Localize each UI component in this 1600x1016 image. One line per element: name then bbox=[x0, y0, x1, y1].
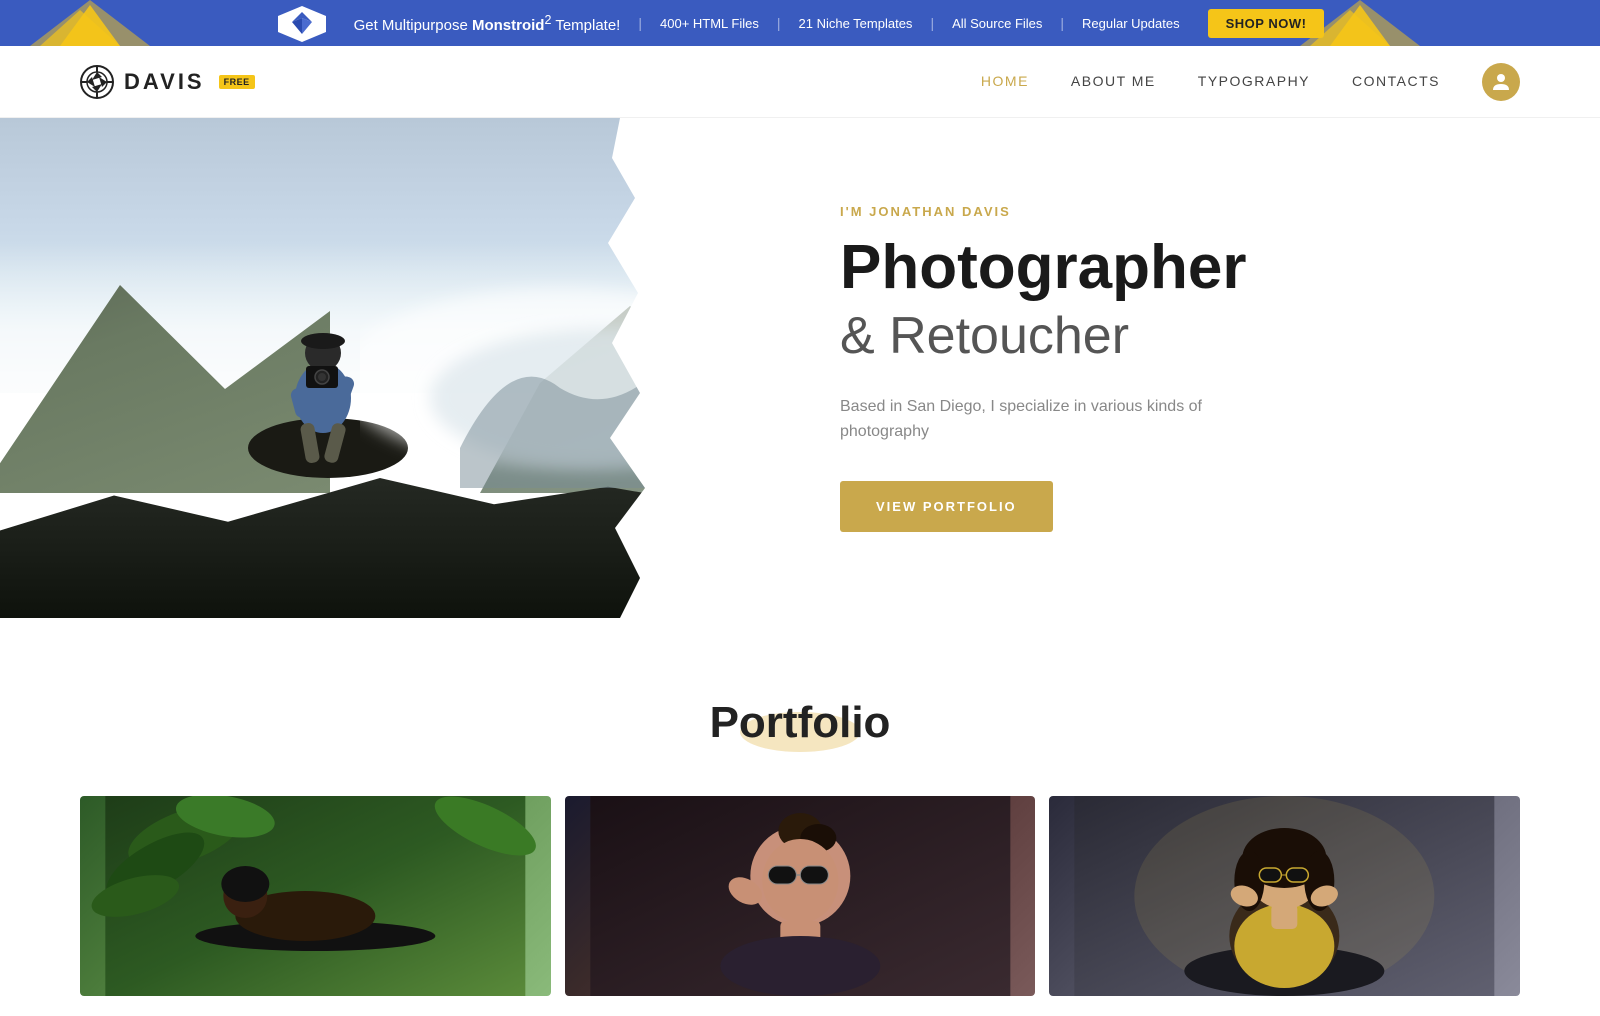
banner-sep-3: | bbox=[930, 15, 934, 31]
nav-link-contacts[interactable]: CONTACTS bbox=[1352, 73, 1440, 89]
nav-link-typography[interactable]: TYPOGRAPHY bbox=[1198, 73, 1310, 89]
portfolio-card-2[interactable] bbox=[565, 796, 1036, 996]
hero-description: Based in San Diego, I specialize in vari… bbox=[840, 394, 1220, 445]
portfolio-section: Portfolio bbox=[0, 618, 1600, 1016]
nav-link-about[interactable]: ABOUT ME bbox=[1071, 73, 1156, 89]
banner-deco-left bbox=[30, 0, 150, 46]
banner-sep-2: | bbox=[777, 15, 781, 31]
top-banner: Get Multipurpose Monstroid2 Template! | … bbox=[0, 0, 1600, 46]
nav-item-contacts[interactable]: CONTACTS bbox=[1352, 73, 1440, 91]
banner-promo-text: Get Multipurpose Monstroid2 Template! bbox=[354, 13, 621, 34]
view-portfolio-button[interactable]: VIEW PORTFOLIO bbox=[840, 481, 1053, 532]
shop-now-button[interactable]: SHOP NOW! bbox=[1208, 9, 1325, 38]
monstroid-logo-icon bbox=[276, 4, 328, 42]
portfolio-grid bbox=[80, 796, 1520, 996]
portfolio-title-wrap: Portfolio bbox=[710, 698, 891, 748]
avatar[interactable] bbox=[1482, 63, 1520, 101]
nav-link-home[interactable]: HOME bbox=[981, 73, 1029, 89]
free-badge: FREE bbox=[219, 75, 255, 89]
portfolio-image-1 bbox=[80, 796, 551, 996]
logo-name: DAVIS bbox=[124, 69, 205, 95]
banner-feature-1: 400+ HTML Files bbox=[660, 16, 759, 31]
portfolio-image-2 bbox=[565, 796, 1036, 996]
logo-icon bbox=[80, 65, 114, 99]
hero-section: I'M JONATHAN DAVIS Photographer & Retouc… bbox=[0, 118, 1600, 618]
hero-title-bold: Photographer bbox=[840, 235, 1540, 300]
hero-image bbox=[0, 118, 760, 618]
banner-feature-4: Regular Updates bbox=[1082, 16, 1180, 31]
banner-sep-4: | bbox=[1060, 15, 1064, 31]
banner-feature-3: All Source Files bbox=[952, 16, 1042, 31]
portfolio-card-3[interactable] bbox=[1049, 796, 1520, 996]
portfolio-image-3 bbox=[1049, 796, 1520, 996]
banner-feature-2: 21 Niche Templates bbox=[799, 16, 913, 31]
logo-area: DAVIS FREE bbox=[80, 65, 981, 99]
avatar-icon bbox=[1489, 70, 1513, 94]
portfolio-title: Portfolio bbox=[710, 698, 891, 748]
banner-sep-1: | bbox=[638, 15, 642, 31]
hero-title-light: & Retoucher bbox=[840, 308, 1540, 365]
banner-logo bbox=[276, 4, 328, 42]
hero-subtitle: I'M JONATHAN DAVIS bbox=[840, 204, 1540, 219]
nav-item-about[interactable]: ABOUT ME bbox=[1071, 73, 1156, 91]
nav-item-typography[interactable]: TYPOGRAPHY bbox=[1198, 73, 1310, 91]
navbar: DAVIS FREE HOME ABOUT ME TYPOGRAPHY CONT… bbox=[0, 46, 1600, 118]
nav-links: HOME ABOUT ME TYPOGRAPHY CONTACTS bbox=[981, 73, 1440, 91]
hero-text: I'M JONATHAN DAVIS Photographer & Retouc… bbox=[760, 118, 1600, 618]
nav-item-home[interactable]: HOME bbox=[981, 73, 1029, 91]
portfolio-card-1[interactable] bbox=[80, 796, 551, 996]
